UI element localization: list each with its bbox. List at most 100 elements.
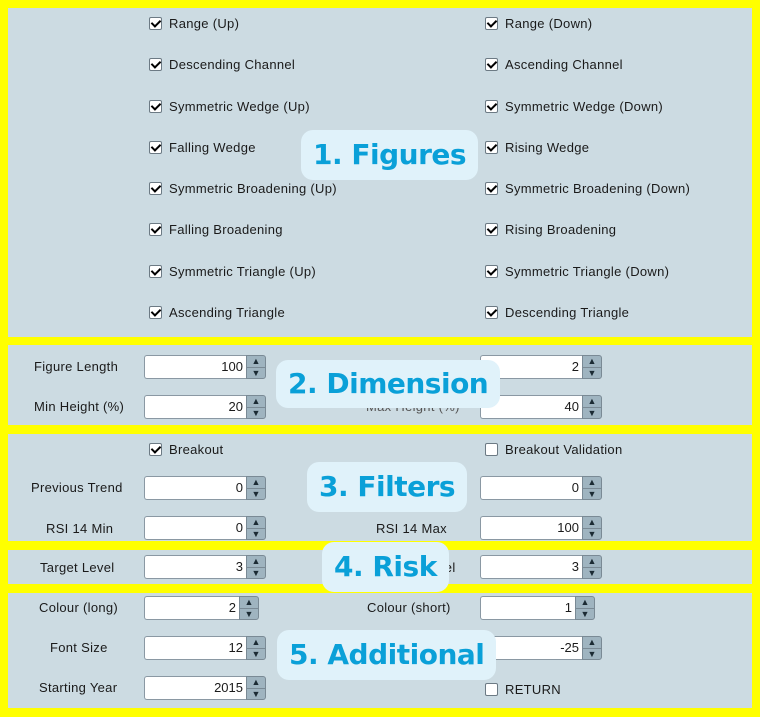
min-height-input[interactable]: 20 [144, 395, 246, 419]
checkbox-checked-icon[interactable] [149, 181, 162, 195]
figure-checkbox-right-8[interactable]: Descending Triangle [485, 303, 629, 321]
spin-down-icon[interactable]: ▼ [583, 529, 601, 540]
filters-right-mid-spinner[interactable]: 0 ▲ ▼ [480, 476, 602, 500]
spin-down-icon[interactable]: ▼ [583, 368, 601, 379]
figure-checkbox-left-8[interactable]: Ascending Triangle [149, 303, 285, 321]
checkbox-checked-icon[interactable] [149, 57, 162, 71]
spin-down-icon[interactable]: ▼ [240, 609, 258, 620]
figure-checkbox-left-2[interactable]: Descending Channel [149, 55, 295, 73]
spin-down-icon[interactable]: ▼ [247, 689, 265, 700]
spin-up-icon[interactable]: ▲ [583, 637, 601, 649]
colour-long-spinner[interactable]: 2 ▲ ▼ [144, 596, 259, 620]
spin-up-icon[interactable]: ▲ [247, 677, 265, 689]
figure-checkbox-left-7[interactable]: Symmetric Triangle (Up) [149, 262, 316, 280]
breakout-validation-checkbox[interactable]: Breakout Validation [485, 440, 622, 458]
return-checkbox[interactable]: RETURN [485, 680, 561, 698]
spin-down-icon[interactable]: ▼ [583, 408, 601, 419]
figure-checkbox-label: Rising Broadening [505, 221, 617, 237]
figure-checkbox-right-7[interactable]: Symmetric Triangle (Down) [485, 262, 669, 280]
previous-trend-input[interactable]: 0 [144, 476, 246, 500]
spin-down-icon[interactable]: ▼ [583, 649, 601, 660]
risk-right-input[interactable]: 3 [480, 555, 582, 579]
checkbox-checked-icon[interactable] [485, 16, 498, 30]
filters-right-mid-input[interactable]: 0 [480, 476, 582, 500]
risk-right-spinner[interactable]: 3 ▲ ▼ [480, 555, 602, 579]
figure-checkbox-left-5[interactable]: Symmetric Broadening (Up) [149, 179, 337, 197]
colour-long-input[interactable]: 2 [144, 596, 239, 620]
figure-checkbox-right-6[interactable]: Rising Broadening [485, 220, 616, 238]
colour-short-spinner[interactable]: 1 ▲ ▼ [480, 596, 595, 620]
spin-down-icon[interactable]: ▼ [583, 489, 601, 500]
spin-down-icon[interactable]: ▼ [576, 609, 594, 620]
figure-checkbox-label: Descending Channel [169, 56, 296, 72]
rsi-min-spinner[interactable]: 0 ▲ ▼ [144, 516, 266, 540]
figure-length-label: Figure Length [34, 359, 119, 374]
spin-up-icon[interactable]: ▲ [576, 597, 594, 609]
rsi-max-spinner[interactable]: 100 ▲ ▼ [480, 516, 602, 540]
spin-down-icon[interactable]: ▼ [247, 489, 265, 500]
checkbox-checked-icon[interactable] [485, 140, 498, 154]
figure-checkbox-left-1[interactable]: Range (Up) [149, 14, 239, 32]
spin-up-icon[interactable]: ▲ [583, 517, 601, 529]
spin-up-icon[interactable]: ▲ [583, 396, 601, 408]
rsi-max-input[interactable]: 100 [480, 516, 582, 540]
spin-down-icon[interactable]: ▼ [247, 408, 265, 419]
spin-up-icon[interactable]: ▲ [247, 396, 265, 408]
figure-checkbox-left-6[interactable]: Falling Broadening [149, 220, 283, 238]
previous-trend-spinner[interactable]: 0 ▲ ▼ [144, 476, 266, 500]
checkbox-unchecked-icon[interactable] [485, 442, 498, 456]
checkbox-checked-icon[interactable] [485, 181, 498, 195]
spin-up-icon[interactable]: ▲ [583, 556, 601, 568]
breakout-checkbox[interactable]: Breakout [149, 440, 223, 458]
breakout-validation-label: Breakout Validation [505, 441, 623, 457]
spin-up-icon[interactable]: ▲ [240, 597, 258, 609]
target-level-input[interactable]: 3 [144, 555, 246, 579]
additional-right-mid-spinner[interactable]: -25 ▲ ▼ [480, 636, 602, 660]
figure-length-input[interactable]: 100 [144, 355, 246, 379]
spin-down-icon[interactable]: ▼ [583, 568, 601, 579]
min-height-spinner[interactable]: 20 ▲ ▼ [144, 395, 266, 419]
font-size-input[interactable]: 12 [144, 636, 246, 660]
figure-checkbox-left-3[interactable]: Symmetric Wedge (Up) [149, 97, 310, 115]
checkbox-checked-icon[interactable] [149, 99, 162, 113]
figure-checkbox-right-3[interactable]: Symmetric Wedge (Down) [485, 97, 663, 115]
figure-checkbox-left-4[interactable]: Falling Wedge [149, 138, 256, 156]
figure-checkbox-right-4[interactable]: Rising Wedge [485, 138, 589, 156]
figure-checkbox-label: Symmetric Wedge (Up) [169, 98, 310, 114]
spin-up-icon[interactable]: ▲ [247, 556, 265, 568]
checkbox-checked-icon[interactable] [149, 442, 162, 456]
figure-checkbox-right-2[interactable]: Ascending Channel [485, 55, 623, 73]
spin-down-icon[interactable]: ▼ [247, 649, 265, 660]
figure-checkbox-label: Ascending Triangle [169, 304, 285, 320]
checkbox-checked-icon[interactable] [149, 305, 162, 319]
figure-checkbox-right-1[interactable]: Range (Down) [485, 14, 592, 32]
checkbox-checked-icon[interactable] [149, 264, 162, 278]
checkbox-checked-icon[interactable] [485, 222, 498, 236]
checkbox-checked-icon[interactable] [485, 264, 498, 278]
spin-up-icon[interactable]: ▲ [583, 477, 601, 489]
checkbox-checked-icon[interactable] [149, 16, 162, 30]
rsi-min-input[interactable]: 0 [144, 516, 246, 540]
spin-up-icon[interactable]: ▲ [247, 356, 265, 368]
starting-year-input[interactable]: 2015 [144, 676, 246, 700]
checkbox-checked-icon[interactable] [485, 99, 498, 113]
figure-checkbox-right-5[interactable]: Symmetric Broadening (Down) [485, 179, 690, 197]
starting-year-spinner[interactable]: 2015 ▲ ▼ [144, 676, 266, 700]
checkbox-checked-icon[interactable] [485, 305, 498, 319]
checkbox-checked-icon[interactable] [149, 140, 162, 154]
checkbox-checked-icon[interactable] [485, 57, 498, 71]
spin-up-icon[interactable]: ▲ [247, 477, 265, 489]
checkbox-checked-icon[interactable] [149, 222, 162, 236]
spin-up-icon[interactable]: ▲ [247, 637, 265, 649]
font-size-spinner[interactable]: 12 ▲ ▼ [144, 636, 266, 660]
checkbox-unchecked-icon[interactable] [485, 682, 498, 696]
spin-up-icon[interactable]: ▲ [583, 356, 601, 368]
target-level-spinner[interactable]: 3 ▲ ▼ [144, 555, 266, 579]
figure-length-spinner[interactable]: 100 ▲ ▼ [144, 355, 266, 379]
spin-up-icon[interactable]: ▲ [247, 517, 265, 529]
spin-down-icon[interactable]: ▼ [247, 368, 265, 379]
spin-down-icon[interactable]: ▼ [247, 568, 265, 579]
spin-down-icon[interactable]: ▼ [247, 529, 265, 540]
filters-section-badge: 3. Filters [307, 462, 468, 512]
colour-short-input[interactable]: 1 [480, 596, 575, 620]
